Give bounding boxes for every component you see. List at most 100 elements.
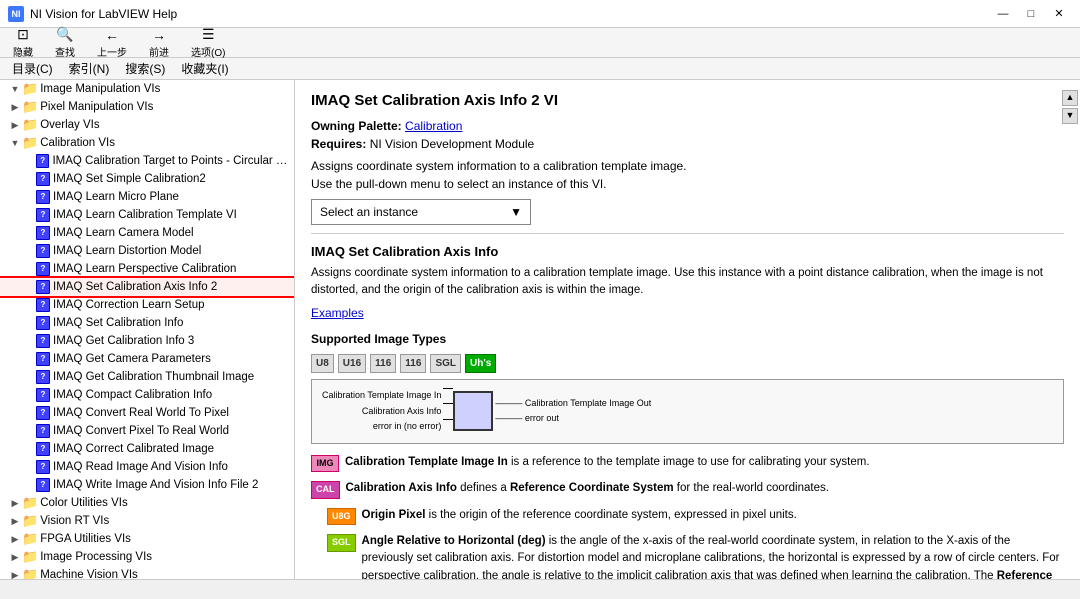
toggle-icon: ▶ xyxy=(8,567,22,579)
vi-icon: ? xyxy=(36,478,50,492)
sidebar-item-label: IMAQ Convert Real World To Pixel xyxy=(53,405,229,421)
sidebar-item-image-manipulation[interactable]: ▼ 📁 Image Manipulation VIs xyxy=(0,80,294,98)
sidebar-item-cal-read[interactable]: ? IMAQ Read Image And Vision Info xyxy=(0,458,294,476)
sidebar-item-label: IMAQ Correction Learn Setup xyxy=(53,297,205,313)
sidebar-item-cal-camera[interactable]: ? IMAQ Learn Camera Model xyxy=(0,224,294,242)
sidebar-item-pixel-manipulation[interactable]: ▶ 📁 Pixel Manipulation VIs xyxy=(0,98,294,116)
menu-search[interactable]: 搜索(S) xyxy=(117,58,173,79)
scroll-down-button[interactable]: ▼ xyxy=(1062,108,1078,124)
sidebar-item-cal-write[interactable]: ? IMAQ Write Image And Vision Info File … xyxy=(0,476,294,494)
sidebar-item-fpga-utils[interactable]: ▶ 📁 FPGA Utilities VIs xyxy=(0,530,294,548)
sidebar-item-cal-perspective[interactable]: ? IMAQ Learn Perspective Calibration xyxy=(0,260,294,278)
param-text-tmpl-in: Calibration Template Image In is a refer… xyxy=(345,454,1064,471)
scroll-up-button[interactable]: ▲ xyxy=(1062,90,1078,106)
sidebar-item-cal-correct[interactable]: ? IMAQ Correct Calibrated Image xyxy=(0,440,294,458)
vi-icon: ? xyxy=(36,172,50,186)
sidebar-item-cal-compact[interactable]: ? IMAQ Compact Calibration Info xyxy=(0,386,294,404)
toolbar-hide-button[interactable]: ⊡ 隐藏 xyxy=(8,23,38,62)
sidebar-item-cal-simple[interactable]: ? IMAQ Set Simple Calibration2 xyxy=(0,170,294,188)
sidebar-item-cal-distortion[interactable]: ? IMAQ Learn Distortion Model xyxy=(0,242,294,260)
sidebar-item-label: IMAQ Set Calibration Axis Info 2 xyxy=(53,279,217,295)
sidebar-item-label: IMAQ Learn Micro Plane xyxy=(53,189,179,205)
param-text-axis-info: Calibration Axis Info defines a Referenc… xyxy=(346,480,1065,497)
folder-icon: 📁 xyxy=(22,135,38,151)
menu-bar: 目录(C) 索引(N) 搜索(S) 收藏夹(I) xyxy=(0,58,1080,80)
sidebar-item-cal-thumbnail[interactable]: ? IMAQ Get Calibration Thumbnail Image xyxy=(0,368,294,386)
title-bar-left: NI NI Vision for LabVIEW Help xyxy=(8,6,177,22)
toggle-icon: ▼ xyxy=(8,135,22,151)
vi-icon: ? xyxy=(36,406,50,420)
toggle-icon: ▶ xyxy=(8,117,22,133)
sidebar-item-image-proc[interactable]: ▶ 📁 Image Processing VIs xyxy=(0,548,294,566)
supported-types-label: Supported Image Types xyxy=(311,330,1064,348)
sidebar-item-overlay[interactable]: ▶ 📁 Overlay VIs xyxy=(0,116,294,134)
vi-icon: ? xyxy=(36,388,50,402)
examples-link[interactable]: Examples xyxy=(311,306,364,320)
vi-icon: ? xyxy=(36,370,50,384)
sidebar-item-cal-axis-info2[interactable]: ? IMAQ Set Calibration Axis Info 2 xyxy=(0,278,294,296)
sidebar-item-calibration[interactable]: ▼ 📁 Calibration VIs xyxy=(0,134,294,152)
options-icon: ☰ xyxy=(202,26,215,43)
sidebar-item-label: Image Manipulation VIs xyxy=(40,81,160,97)
sidebar-item-cal-template[interactable]: ? IMAQ Learn Calibration Template VI xyxy=(0,206,294,224)
toolbar-options-button[interactable]: ☰ 选项(O) xyxy=(186,23,230,62)
sidebar-item-color-utils[interactable]: ▶ 📁 Color Utilities VIs xyxy=(0,494,294,512)
calibration-link[interactable]: Calibration xyxy=(405,119,462,133)
type-u8: U8 xyxy=(311,354,334,373)
sidebar-item-cal-info[interactable]: ? IMAQ Set Calibration Info xyxy=(0,314,294,332)
minimize-button[interactable]: — xyxy=(990,4,1016,24)
param-angle: SGL Angle Relative to Horizontal (deg) i… xyxy=(311,533,1064,579)
folder-icon: 📁 xyxy=(22,117,38,133)
section-divider xyxy=(311,233,1064,234)
status-bar xyxy=(0,579,1080,599)
page-title-section: IMAQ Set Calibration Axis Info 2 VI Owni… xyxy=(311,90,1064,225)
param-cal-axis-info: CAL Calibration Axis Info defines a Refe… xyxy=(311,480,1064,499)
type-complex: Uh's xyxy=(465,354,496,373)
menu-favorites[interactable]: 收藏夹(I) xyxy=(173,58,236,79)
toolbar-find-button[interactable]: 🔍 查找 xyxy=(50,23,80,62)
use-pulldown-text: Use the pull-down menu to select an inst… xyxy=(311,175,1064,193)
sidebar-item-cal-info3[interactable]: ? IMAQ Get Calibration Info 3 xyxy=(0,332,294,350)
menu-toc[interactable]: 目录(C) xyxy=(4,58,61,79)
param-badge-origin: U8G xyxy=(327,508,356,526)
sidebar-item-cal-convert-p2r[interactable]: ? IMAQ Convert Pixel To Real World xyxy=(0,422,294,440)
type-u16: U16 xyxy=(338,354,366,373)
close-button[interactable]: ✕ xyxy=(1046,4,1072,24)
sidebar-item-label: IMAQ Set Calibration Info xyxy=(53,315,183,331)
sidebar-item-machine-vis[interactable]: ▶ 📁 Machine Vision VIs xyxy=(0,566,294,579)
toolbar-forward-button[interactable]: → 前进 xyxy=(144,24,174,62)
sidebar-item-cal-micro[interactable]: ? IMAQ Learn Micro Plane xyxy=(0,188,294,206)
type-i16a: 116 xyxy=(370,354,396,373)
forward-icon: → xyxy=(152,27,166,43)
sidebar-item-cal-camera-params[interactable]: ? IMAQ Get Camera Parameters xyxy=(0,350,294,368)
sidebar-item-cal-correction[interactable]: ? IMAQ Correction Learn Setup xyxy=(0,296,294,314)
sidebar-item-vision-rt[interactable]: ▶ 📁 Vision RT VIs xyxy=(0,512,294,530)
hide-icon: ⊡ xyxy=(17,26,29,43)
vi-icon: ? xyxy=(36,352,50,366)
instance-dropdown[interactable]: Select an instance ▼ xyxy=(311,199,531,225)
sidebar-item-cal-target[interactable]: ? IMAQ Calibration Target to Points - Ci… xyxy=(0,152,294,170)
toolbar-back-button[interactable]: ← 上一步 xyxy=(92,24,132,62)
vi-icon: ? xyxy=(36,208,50,222)
maximize-button[interactable]: □ xyxy=(1018,4,1044,24)
title-bar-controls[interactable]: — □ ✕ xyxy=(990,4,1072,24)
section-heading: IMAQ Set Calibration Axis Info xyxy=(311,242,1064,262)
type-sgl: SGL xyxy=(430,354,461,373)
vi-icon: ? xyxy=(36,424,50,438)
folder-icon: 📁 xyxy=(22,81,38,97)
sidebar-item-label: IMAQ Calibration Target to Points - Circ… xyxy=(52,153,294,169)
supported-types-section: Supported Image Types U8 U16 116 116 SGL… xyxy=(311,330,1064,373)
sidebar-item-label: IMAQ Set Simple Calibration2 xyxy=(53,171,206,187)
sidebar-item-cal-convert-r2p[interactable]: ? IMAQ Convert Real World To Pixel xyxy=(0,404,294,422)
description-text: Assigns coordinate system information to… xyxy=(311,157,1064,175)
param-cal-tmpl-in: IMG Calibration Template Image In is a r… xyxy=(311,454,1064,473)
vi-diagram: Calibration Template Image In Calibratio… xyxy=(311,379,1064,444)
sidebar-item-label: IMAQ Compact Calibration Info xyxy=(53,387,212,403)
type-i16b: 116 xyxy=(400,354,426,373)
param-badge-tmpl-in: IMG xyxy=(311,455,339,473)
vi-icon: ? xyxy=(36,442,50,456)
param-text-origin: Origin Pixel is the origin of the refere… xyxy=(362,507,1064,524)
sidebar-item-label: IMAQ Learn Camera Model xyxy=(53,225,194,241)
menu-index[interactable]: 索引(N) xyxy=(61,58,118,79)
toggle-icon: ▶ xyxy=(8,99,22,115)
